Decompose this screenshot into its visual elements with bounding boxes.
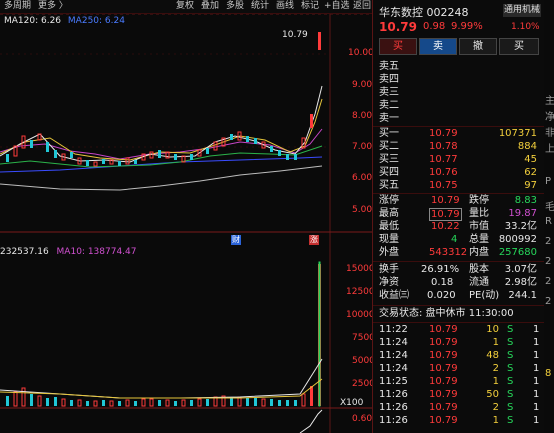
volume-axis-label: 12500 bbox=[346, 287, 375, 297]
sell-level[interactable]: 卖五 bbox=[379, 60, 541, 74]
multi-period-button[interactable]: 多周期 bbox=[4, 0, 31, 13]
sell-button[interactable]: 卖 bbox=[419, 38, 457, 55]
price-axis-label: 10.00 bbox=[348, 48, 374, 58]
buy-level[interactable]: 买五 10.75 97 bbox=[379, 179, 541, 193]
multi-stock-button[interactable]: 多股 bbox=[226, 0, 244, 13]
sell-level[interactable]: 卖三 bbox=[379, 86, 541, 100]
trade-status: 交易状态: 盘中休市 11:30:00 bbox=[379, 308, 514, 319]
stat-row: 外盘 543312 内盘 257680 bbox=[379, 247, 537, 258]
price-axis-label: 9.00 bbox=[352, 80, 373, 90]
stock-name: 华东数控 bbox=[379, 6, 423, 19]
price-change: 0.98 bbox=[423, 21, 446, 32]
quote-panel: 华东数控 002248 通用机械 10.79 0.98 9.99% 1.10% … bbox=[372, 0, 545, 433]
buy-button[interactable]: 买 bbox=[379, 38, 417, 55]
draw-line-button[interactable]: 画线 bbox=[276, 0, 294, 13]
price-tag: 10.79 bbox=[282, 30, 308, 40]
volume-unit: X100 bbox=[340, 398, 364, 408]
buy-level[interactable]: 买二 10.78 884 bbox=[379, 140, 541, 154]
tick-row: 11:25 10.79 1 S 1 bbox=[379, 376, 540, 387]
price-change-pct: 9.99% bbox=[451, 21, 483, 32]
restore-rights-button[interactable]: 复权 bbox=[176, 0, 194, 13]
volume-axis-label: 10000 bbox=[346, 310, 375, 320]
price-axis-label: 7.00 bbox=[352, 142, 373, 152]
stock-code: 002248 bbox=[426, 6, 469, 19]
lower-indicator-line bbox=[299, 409, 323, 433]
sell-level[interactable]: 卖二 bbox=[379, 99, 541, 113]
volume-legend: 232537.16 MA10: 138774.47 bbox=[0, 247, 136, 257]
stat-row: 现量 4 总量 800992 bbox=[379, 234, 537, 245]
finance-marker[interactable]: 财 bbox=[231, 235, 241, 245]
price-axis-label: 5.00 bbox=[352, 205, 373, 215]
add-favorite-button[interactable]: +自选 bbox=[324, 0, 350, 13]
sector-tag[interactable]: 通用机械 bbox=[503, 4, 541, 17]
stat-row: 收益㈢ 0.020 PE(动) 244.1 bbox=[379, 290, 537, 301]
kline-chart-area[interactable]: MA120: 6.26 MA250: 6.24 10.79 10.00 9.00… bbox=[0, 14, 375, 433]
volume-axis-label: 15000 bbox=[346, 264, 375, 274]
more-button[interactable]: 更多 〉 bbox=[38, 0, 68, 13]
volume-bars bbox=[6, 261, 321, 407]
statistics-button[interactable]: 统计 bbox=[251, 0, 269, 13]
buy-level[interactable]: 买三 10.77 45 bbox=[379, 153, 541, 167]
vol-ma10-label: MA10: 138774.47 bbox=[56, 247, 137, 257]
tick-row: 11:24 10.79 48 S 1 bbox=[379, 350, 540, 361]
current-price: 10.79 bbox=[379, 20, 417, 34]
truncated-side-panel: 主 净 非 上 P 毛 R 2 2 2 2 8 bbox=[544, 0, 554, 433]
tick-row: 11:26 10.79 2 S 1 bbox=[379, 402, 540, 413]
sell-level[interactable]: 卖四 bbox=[379, 73, 541, 87]
back-button[interactable]: 返回 bbox=[353, 0, 371, 13]
vol-ma5-label: 232537.16 bbox=[0, 247, 49, 257]
buy-level[interactable]: 买四 10.76 62 bbox=[379, 166, 541, 180]
sell-level[interactable]: 卖一 bbox=[379, 112, 541, 126]
buy-more-button[interactable]: 买 bbox=[499, 38, 539, 55]
ma250-line bbox=[0, 156, 323, 173]
tick-row: 11:26 10.79 1 S 1 bbox=[379, 415, 540, 426]
price-axis-label: 6.00 bbox=[352, 173, 373, 183]
limit-up-marker[interactable]: 涨 bbox=[309, 235, 319, 245]
kline-svg bbox=[0, 14, 372, 433]
tick-row: 11:26 10.79 50 S 1 bbox=[379, 389, 540, 400]
stat-row: 换手 26.91% 股本 3.07亿 bbox=[379, 264, 537, 275]
tick-row: 11:24 10.79 1 S 1 bbox=[379, 337, 540, 348]
cancel-order-button[interactable]: 撤 bbox=[459, 38, 497, 55]
buy-level[interactable]: 买一 10.79 107371 bbox=[379, 127, 541, 141]
tick-row: 11:22 10.79 10 S 1 bbox=[379, 324, 540, 335]
stat-row: 最高 10.79 量比 19.87 bbox=[379, 208, 537, 221]
tick-row: 11:24 10.79 2 S 1 bbox=[379, 363, 540, 374]
overlay-button[interactable]: 叠加 bbox=[201, 0, 219, 13]
sector-change-pct: 1.10% bbox=[511, 22, 540, 32]
stock-title: 华东数控 002248 bbox=[379, 4, 469, 20]
vol-ma5-line bbox=[0, 358, 323, 399]
ma120-line bbox=[0, 165, 323, 191]
stat-row: 最低 10.22 市值 33.2亿 bbox=[379, 221, 537, 232]
stat-row: 净资 0.18 流通 2.98亿 bbox=[379, 277, 537, 288]
price-axis-label: 8.00 bbox=[352, 111, 373, 121]
mark-button[interactable]: 标记 bbox=[301, 0, 319, 13]
lower-axis-label: 0.60 bbox=[352, 414, 373, 424]
stat-row: 涨停 10.79 跌停 8.83 bbox=[379, 195, 537, 206]
